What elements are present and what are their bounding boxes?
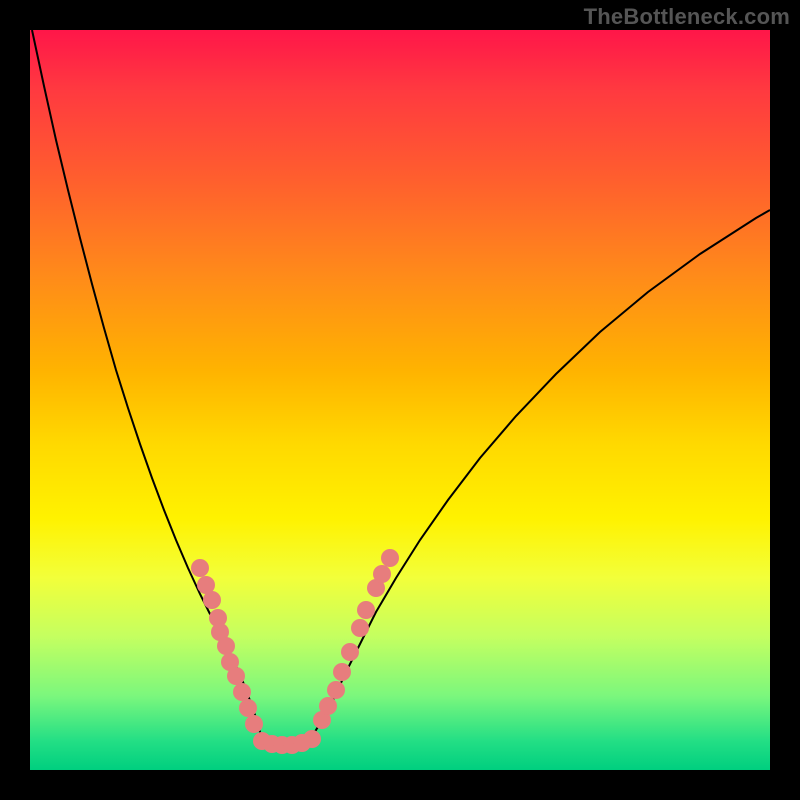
dots-left <box>191 559 263 733</box>
chart-svg <box>30 30 770 770</box>
bottleneck-curve <box>32 30 770 745</box>
plot-area <box>30 30 770 770</box>
dots-right <box>313 549 399 729</box>
data-dot <box>233 683 251 701</box>
data-dot <box>327 681 345 699</box>
chart-root: TheBottleneck.com <box>0 0 800 800</box>
watermark-text: TheBottleneck.com <box>584 4 790 30</box>
dots-flat <box>253 730 321 754</box>
data-dot <box>227 667 245 685</box>
data-dot <box>303 730 321 748</box>
data-dot <box>203 591 221 609</box>
data-dot <box>245 715 263 733</box>
data-dot <box>239 699 257 717</box>
data-dot <box>217 637 235 655</box>
data-dot <box>333 663 351 681</box>
data-dot <box>357 601 375 619</box>
data-dot <box>373 565 391 583</box>
data-dot <box>381 549 399 567</box>
data-dot <box>319 697 337 715</box>
data-dot <box>191 559 209 577</box>
data-dot <box>341 643 359 661</box>
data-dot <box>351 619 369 637</box>
